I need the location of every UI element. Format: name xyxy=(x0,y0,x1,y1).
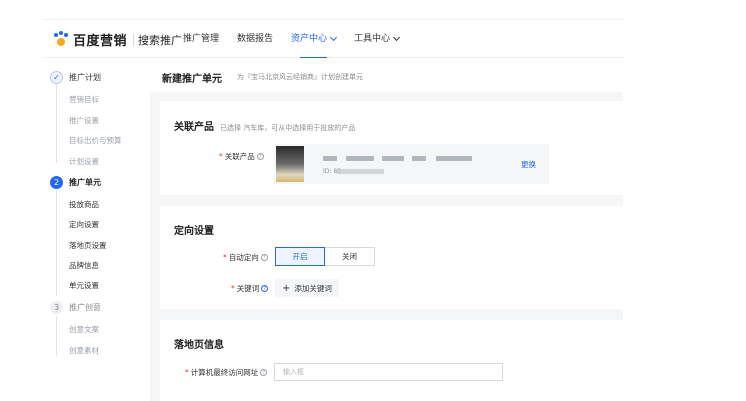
pc-final-url-input[interactable]: 输入框 xyxy=(274,363,503,381)
page-title: 新建推广单元 xyxy=(162,74,222,85)
field-label-text: 自动定向 xyxy=(228,253,259,262)
card-title: 定向设置 xyxy=(174,226,214,237)
baidu-paw-icon xyxy=(52,30,70,49)
keyword-label: * 关键词 ? xyxy=(231,283,269,294)
card-title-text: 关联产品 xyxy=(174,122,214,133)
auto-targeting-on-button[interactable]: 开启 xyxy=(275,247,325,266)
step-label: 推广创意 xyxy=(69,303,101,312)
help-icon[interactable]: ? xyxy=(260,254,268,261)
redacted-text xyxy=(323,156,337,161)
url-field-label: * 计算机最终访问网址 ? xyxy=(185,367,268,378)
required-mark: * xyxy=(223,253,227,262)
landing-card: 落地页信息 xyxy=(160,320,623,401)
main-nav: 推广管理 数据报告 资产中心 工具中心 xyxy=(183,20,417,59)
auto-targeting-label: * 自动定向 ? xyxy=(223,252,268,263)
help-icon[interactable]: ? xyxy=(261,285,269,292)
card-note: 已选择 汽车库，可从中选择用于投放的产品 xyxy=(220,124,356,132)
logo-brand: 百度营销 xyxy=(73,34,128,49)
product-field-label: * 关联产品 ? xyxy=(219,151,264,162)
nav-label: 资产中心 xyxy=(291,34,328,44)
logo-product: 搜索推广 xyxy=(138,33,183,47)
substep-landing-page[interactable]: 落地页设置 xyxy=(69,240,107,251)
chevron-down-icon xyxy=(330,33,338,42)
step-sidebar: ✓ 推广计划 营销目标 推广设置 目标出价与预算 计划设置 2 推广单元 投放商… xyxy=(44,58,150,401)
required-mark: * xyxy=(219,152,223,161)
substep-targeting[interactable]: 定向设置 xyxy=(69,219,99,230)
page-subtitle: 为『宝马北京风云经销商』计划创建单元 xyxy=(237,73,363,81)
change-product-link[interactable]: 更换 xyxy=(521,159,536,170)
step-creative[interactable]: 3 推广创意 xyxy=(50,301,101,314)
step-connector xyxy=(56,81,57,163)
nav-asset-center[interactable]: 资产中心 xyxy=(291,20,338,59)
plus-icon: + xyxy=(282,282,291,294)
step-label: 推广单元 xyxy=(69,178,101,187)
card-title: 关联产品 已选择 汽车库，可从中选择用于投放的产品 xyxy=(174,118,355,133)
page-header: 新建推广单元 为『宝马北京风云经销商』计划创建单元 xyxy=(150,58,623,92)
nav-data-report[interactable]: 数据报告 xyxy=(237,20,273,58)
substep-promotion-settings[interactable]: 推广设置 xyxy=(69,115,99,126)
field-label-text: 关键词 xyxy=(236,284,260,293)
selected-product: ID: 83 更换 xyxy=(274,144,549,184)
nav-tool-center[interactable]: 工具中心 xyxy=(354,20,401,58)
substep-bid-budget[interactable]: 目标出价与预算 xyxy=(69,135,122,146)
step-adgroup[interactable]: 2 推广单元 xyxy=(50,176,101,189)
help-icon[interactable]: ? xyxy=(256,153,264,160)
add-keyword-button[interactable]: + 添加关键词 xyxy=(275,279,339,297)
step-number: 2 xyxy=(50,176,63,189)
logo-divider xyxy=(133,33,135,46)
logo[interactable]: 百度营销 搜索推广 xyxy=(52,30,182,49)
step-campaign[interactable]: ✓ 推广计划 xyxy=(50,71,101,84)
redacted-text xyxy=(436,156,472,161)
substep-campaign-settings[interactable]: 计划设置 xyxy=(69,156,99,167)
redacted-text xyxy=(336,169,384,174)
substep-brand-info[interactable]: 品牌信息 xyxy=(69,260,99,271)
input-placeholder: 输入框 xyxy=(283,368,304,376)
help-icon[interactable]: ? xyxy=(260,369,268,376)
substep-marketing-goal[interactable]: 营销目标 xyxy=(69,94,99,105)
nav-label: 推广管理 xyxy=(183,34,220,44)
card-title: 落地页信息 xyxy=(174,340,224,351)
required-mark: * xyxy=(231,284,235,293)
substep-creative-copy[interactable]: 创意文案 xyxy=(69,324,99,335)
step-connector xyxy=(56,190,57,296)
redacted-text xyxy=(412,156,426,161)
check-icon: ✓ xyxy=(50,71,63,84)
required-mark: * xyxy=(185,368,189,377)
step-number: 3 xyxy=(50,301,63,314)
redacted-text xyxy=(382,156,404,161)
button-label: 添加关键词 xyxy=(294,283,332,293)
step-label: 推广计划 xyxy=(69,73,101,82)
auto-targeting-toggle: 开启 关闭 xyxy=(275,247,375,266)
field-label-text: 关联产品 xyxy=(224,152,255,161)
top-navbar: 百度营销 搜索推广 推广管理 数据报告 资产中心 工具中心 xyxy=(44,19,623,59)
nav-promotion-management[interactable]: 推广管理 xyxy=(183,20,219,58)
substep-unit-settings[interactable]: 单元设置 xyxy=(69,280,99,291)
step-connector xyxy=(56,316,57,356)
substep-products[interactable]: 投放商品 xyxy=(69,199,99,210)
auto-targeting-off-button[interactable]: 关闭 xyxy=(325,247,375,266)
product-thumbnail xyxy=(276,146,304,182)
nav-label: 数据报告 xyxy=(237,34,274,44)
chevron-down-icon xyxy=(393,33,401,42)
substep-creative-assets[interactable]: 创意素材 xyxy=(69,345,99,356)
field-label-text: 计算机最终访问网址 xyxy=(190,368,259,377)
nav-label: 工具中心 xyxy=(354,34,391,44)
redacted-text xyxy=(346,156,374,161)
